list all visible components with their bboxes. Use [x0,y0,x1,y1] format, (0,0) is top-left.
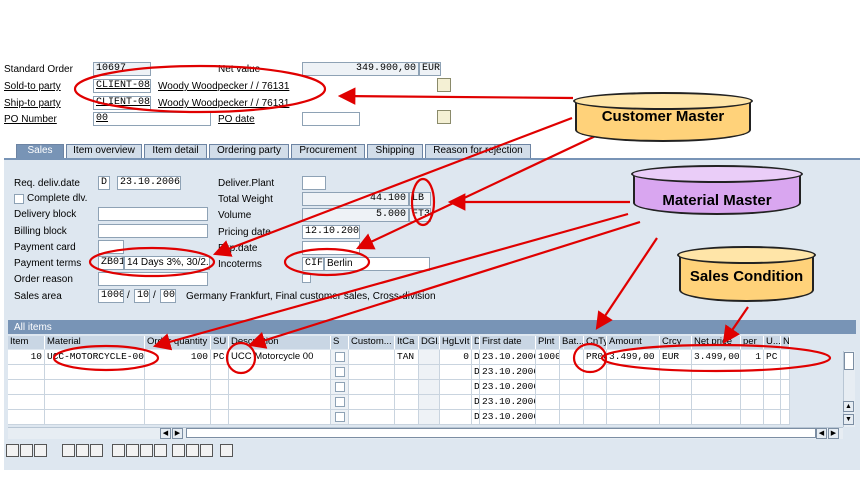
customer-master-db-icon: Customer Master [573,92,753,148]
arrow-material-item [152,212,629,351]
arrow-customer-header [337,87,574,105]
arrow-material-su [247,220,641,349]
condition-highlight [600,343,832,373]
payment-terms-highlight [88,246,216,278]
material-master-db-icon: Material Master [631,165,803,221]
incoterms-highlight [283,247,371,277]
material-highlight [52,344,160,372]
arrow-condition [722,306,749,344]
arrow-customer-payment [212,116,573,257]
sales-condition-db-icon: Sales Condition [677,246,816,308]
material-master-label: Material Master [662,192,772,209]
arrow-material-plant [595,237,658,330]
customer-master-label: Customer Master [601,108,725,125]
su-highlight [225,341,257,375]
sales-condition-label: Sales Condition [689,268,804,285]
sold-ship-to-highlight [73,64,327,114]
